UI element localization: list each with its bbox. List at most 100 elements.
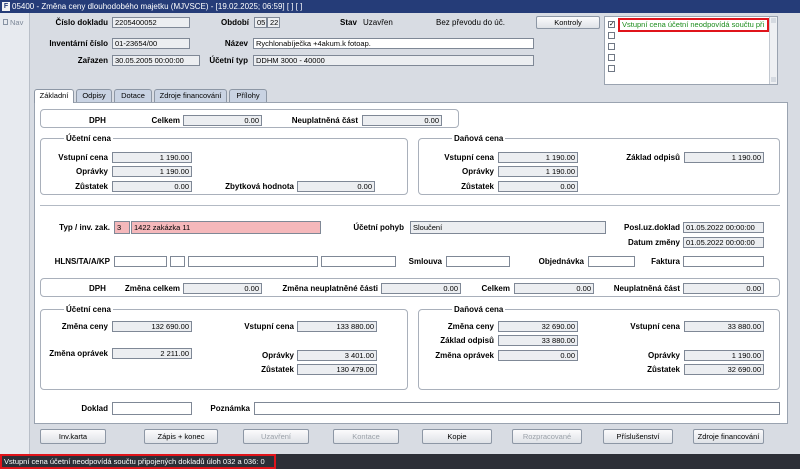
z-opravky-field[interactable]: 3 401.00 xyxy=(297,350,377,361)
inv-karta-button[interactable]: Inv.karta xyxy=(40,429,106,444)
zmena-ceny-label: Změna ceny xyxy=(61,322,108,331)
uzavreni-button[interactable]: Uzavření xyxy=(243,429,309,444)
tab-dotace[interactable]: Dotace xyxy=(114,89,152,102)
inv-cislo-field[interactable]: 01-23654/00 xyxy=(112,38,190,49)
hlns-label: HLNS/TA/A/KP xyxy=(54,257,110,266)
d-opravky-field[interactable]: 1 190.00 xyxy=(498,166,578,177)
nav-panel[interactable]: Nav xyxy=(0,13,30,454)
control-checkbox-4[interactable] xyxy=(608,54,615,61)
danova-cena-title: Daňová cena xyxy=(452,133,506,144)
zbytkova-hodnota-field[interactable]: 0.00 xyxy=(297,181,375,192)
neuplatnena-dph-label: Neuplatněná část xyxy=(613,284,680,293)
ucetni-typ-label: Účetní typ xyxy=(209,56,248,65)
prevod-value: Bez převodu do úč. xyxy=(436,18,505,27)
posl-uz-doklad-label: Posl.uz.doklad xyxy=(623,223,680,232)
kontace-button[interactable]: Kontace xyxy=(333,429,399,444)
d-z-zustatek-field[interactable]: 32 690.00 xyxy=(684,364,764,375)
control-checkbox-2[interactable] xyxy=(608,32,615,39)
kontroly-button[interactable]: Kontroly xyxy=(536,16,600,29)
control-checkbox-5[interactable] xyxy=(608,65,615,72)
vstupni-cena-field[interactable]: 1 190.00 xyxy=(112,152,192,163)
objednavka-field[interactable] xyxy=(588,256,635,267)
d-vstupni-cena-field[interactable]: 1 190.00 xyxy=(498,152,578,163)
faktura-field[interactable] xyxy=(683,256,764,267)
d-zustatek-field[interactable]: 0.00 xyxy=(498,181,578,192)
kopie-button[interactable]: Kopie xyxy=(422,429,492,444)
zaklad-odpisu-label: Základ odpisů xyxy=(626,153,680,162)
celkem-label: Celkem xyxy=(151,116,180,125)
title-bar: F 05400 - Změna ceny dlouhodobého majetk… xyxy=(0,0,800,13)
d-z-opravky-field[interactable]: 1 190.00 xyxy=(684,350,764,361)
doklad-field[interactable] xyxy=(112,402,192,415)
obdobi-label: Období xyxy=(221,18,249,27)
opravky-field[interactable]: 1 190.00 xyxy=(112,166,192,177)
status-message: Vstupní cena účetní neodpovídá součtu př… xyxy=(0,454,276,469)
faktura-label: Faktura xyxy=(651,257,680,266)
celkem-dph-field[interactable]: 0.00 xyxy=(514,283,594,294)
stav-value: Uzavřen xyxy=(363,18,393,27)
z-zustatek-field[interactable]: 130 479.00 xyxy=(297,364,377,375)
scroll-up-icon[interactable] xyxy=(771,18,776,23)
hlns-field-2[interactable] xyxy=(170,256,185,267)
zmena-opravek-field[interactable]: 2 211.00 xyxy=(112,348,192,359)
nazev-field[interactable]: Rychlonabíječka +4akum.k fotoap. xyxy=(253,38,534,49)
tab-odpisy[interactable]: Odpisy xyxy=(76,89,112,102)
ucetni-pohyb-field[interactable]: Sloučení xyxy=(410,221,606,234)
control-checkbox-1[interactable]: ✓ xyxy=(608,21,615,28)
d-opravky-label: Oprávky xyxy=(461,167,494,176)
obdobi-year-field[interactable]: 22 xyxy=(267,17,280,28)
d-z-opravky-label: Oprávky xyxy=(647,351,680,360)
zmena-celkem-field[interactable]: 0.00 xyxy=(183,283,262,294)
d-z-zustatek-label: Zůstatek xyxy=(647,365,680,374)
control-list[interactable]: ✓ Vstupní cena účetní neodpovídá součtu … xyxy=(604,16,778,85)
zarazen-field[interactable]: 30.05.2005 00:00:00 xyxy=(112,55,200,66)
zustatek-field[interactable]: 0.00 xyxy=(112,181,192,192)
window-title: 05400 - Změna ceny dlouhodobého majetku … xyxy=(12,2,303,11)
scroll-down-icon[interactable] xyxy=(771,77,776,82)
hlns-field-1[interactable] xyxy=(114,256,167,267)
d-zmena-opravek-field[interactable]: 0.00 xyxy=(498,350,578,361)
zaklad-odpisu-field[interactable]: 1 190.00 xyxy=(684,152,764,163)
neuplatnena-dph-field[interactable]: 0.00 xyxy=(683,283,764,294)
doklad-label: Doklad xyxy=(81,404,108,413)
vstupni-cena-label: Vstupní cena xyxy=(58,153,108,162)
cislo-dokladu-field[interactable]: 2205400052 xyxy=(112,17,190,28)
d-zaklad-odpisu-field[interactable]: 33 880.00 xyxy=(498,335,578,346)
objednavka-label: Objednávka xyxy=(538,257,584,266)
smlouva-field[interactable] xyxy=(446,256,510,267)
posl-uz-doklad-field[interactable]: 01.05.2022 00:00:00 xyxy=(683,222,764,233)
zmena-neuplatnene-field[interactable]: 0.00 xyxy=(381,283,461,294)
tab-zdroje-financovani[interactable]: Zdroje financování xyxy=(154,89,227,102)
poznamka-field[interactable] xyxy=(254,402,780,415)
zapis-konec-button[interactable]: Zápis + konec xyxy=(144,429,218,444)
celkem-field[interactable]: 0.00 xyxy=(183,115,262,126)
rozpracovane-button[interactable]: Rozpracované xyxy=(512,429,582,444)
zmena-ceny-field[interactable]: 132 690.00 xyxy=(112,321,192,332)
dph-zmena-label: DPH xyxy=(89,284,106,293)
d-z-vstupni-cena-field[interactable]: 33 880.00 xyxy=(684,321,764,332)
hlns-field-3[interactable] xyxy=(188,256,318,267)
cislo-dokladu-label: Číslo dokladu xyxy=(55,18,108,27)
neuplatnena-field[interactable]: 0.00 xyxy=(362,115,442,126)
tab-zakladni[interactable]: Základní xyxy=(34,89,74,103)
z-zustatek-label: Zůstatek xyxy=(261,365,294,374)
neuplatnena-label: Neuplatněná část xyxy=(291,116,358,125)
tab-prilohy[interactable]: Přílohy xyxy=(229,89,267,102)
zdroje-financovani-button[interactable]: Zdroje financování xyxy=(693,429,764,444)
control-list-scrollbar[interactable] xyxy=(769,17,777,84)
obdobi-month-field[interactable]: 05 xyxy=(254,17,267,28)
prislusenstvi-button[interactable]: Příslušenství xyxy=(603,429,673,444)
hlns-field-4[interactable] xyxy=(321,256,396,267)
ucetni-typ-field[interactable]: DDHM 3000 - 40000 xyxy=(253,55,534,66)
control-checkbox-3[interactable] xyxy=(608,43,615,50)
zustatek-label: Zůstatek xyxy=(75,182,108,191)
d-zmena-ceny-field[interactable]: 32 690.00 xyxy=(498,321,578,332)
control-message[interactable]: Vstupní cena účetní neodpovídá součtu př… xyxy=(618,18,769,32)
inv-zakazka-field[interactable]: 1422 zakázka 11 xyxy=(131,221,321,234)
typ-field[interactable]: 3 xyxy=(114,221,130,234)
inv-cislo-label: Inventární číslo xyxy=(49,39,108,48)
datum-zmeny-field[interactable]: 01.05.2022 00:00:00 xyxy=(683,237,764,248)
datum-zmeny-label: Datum změny xyxy=(627,238,680,247)
d-vstupni-cena-label: Vstupní cena xyxy=(444,153,494,162)
z-vstupni-cena-field[interactable]: 133 880.00 xyxy=(297,321,377,332)
